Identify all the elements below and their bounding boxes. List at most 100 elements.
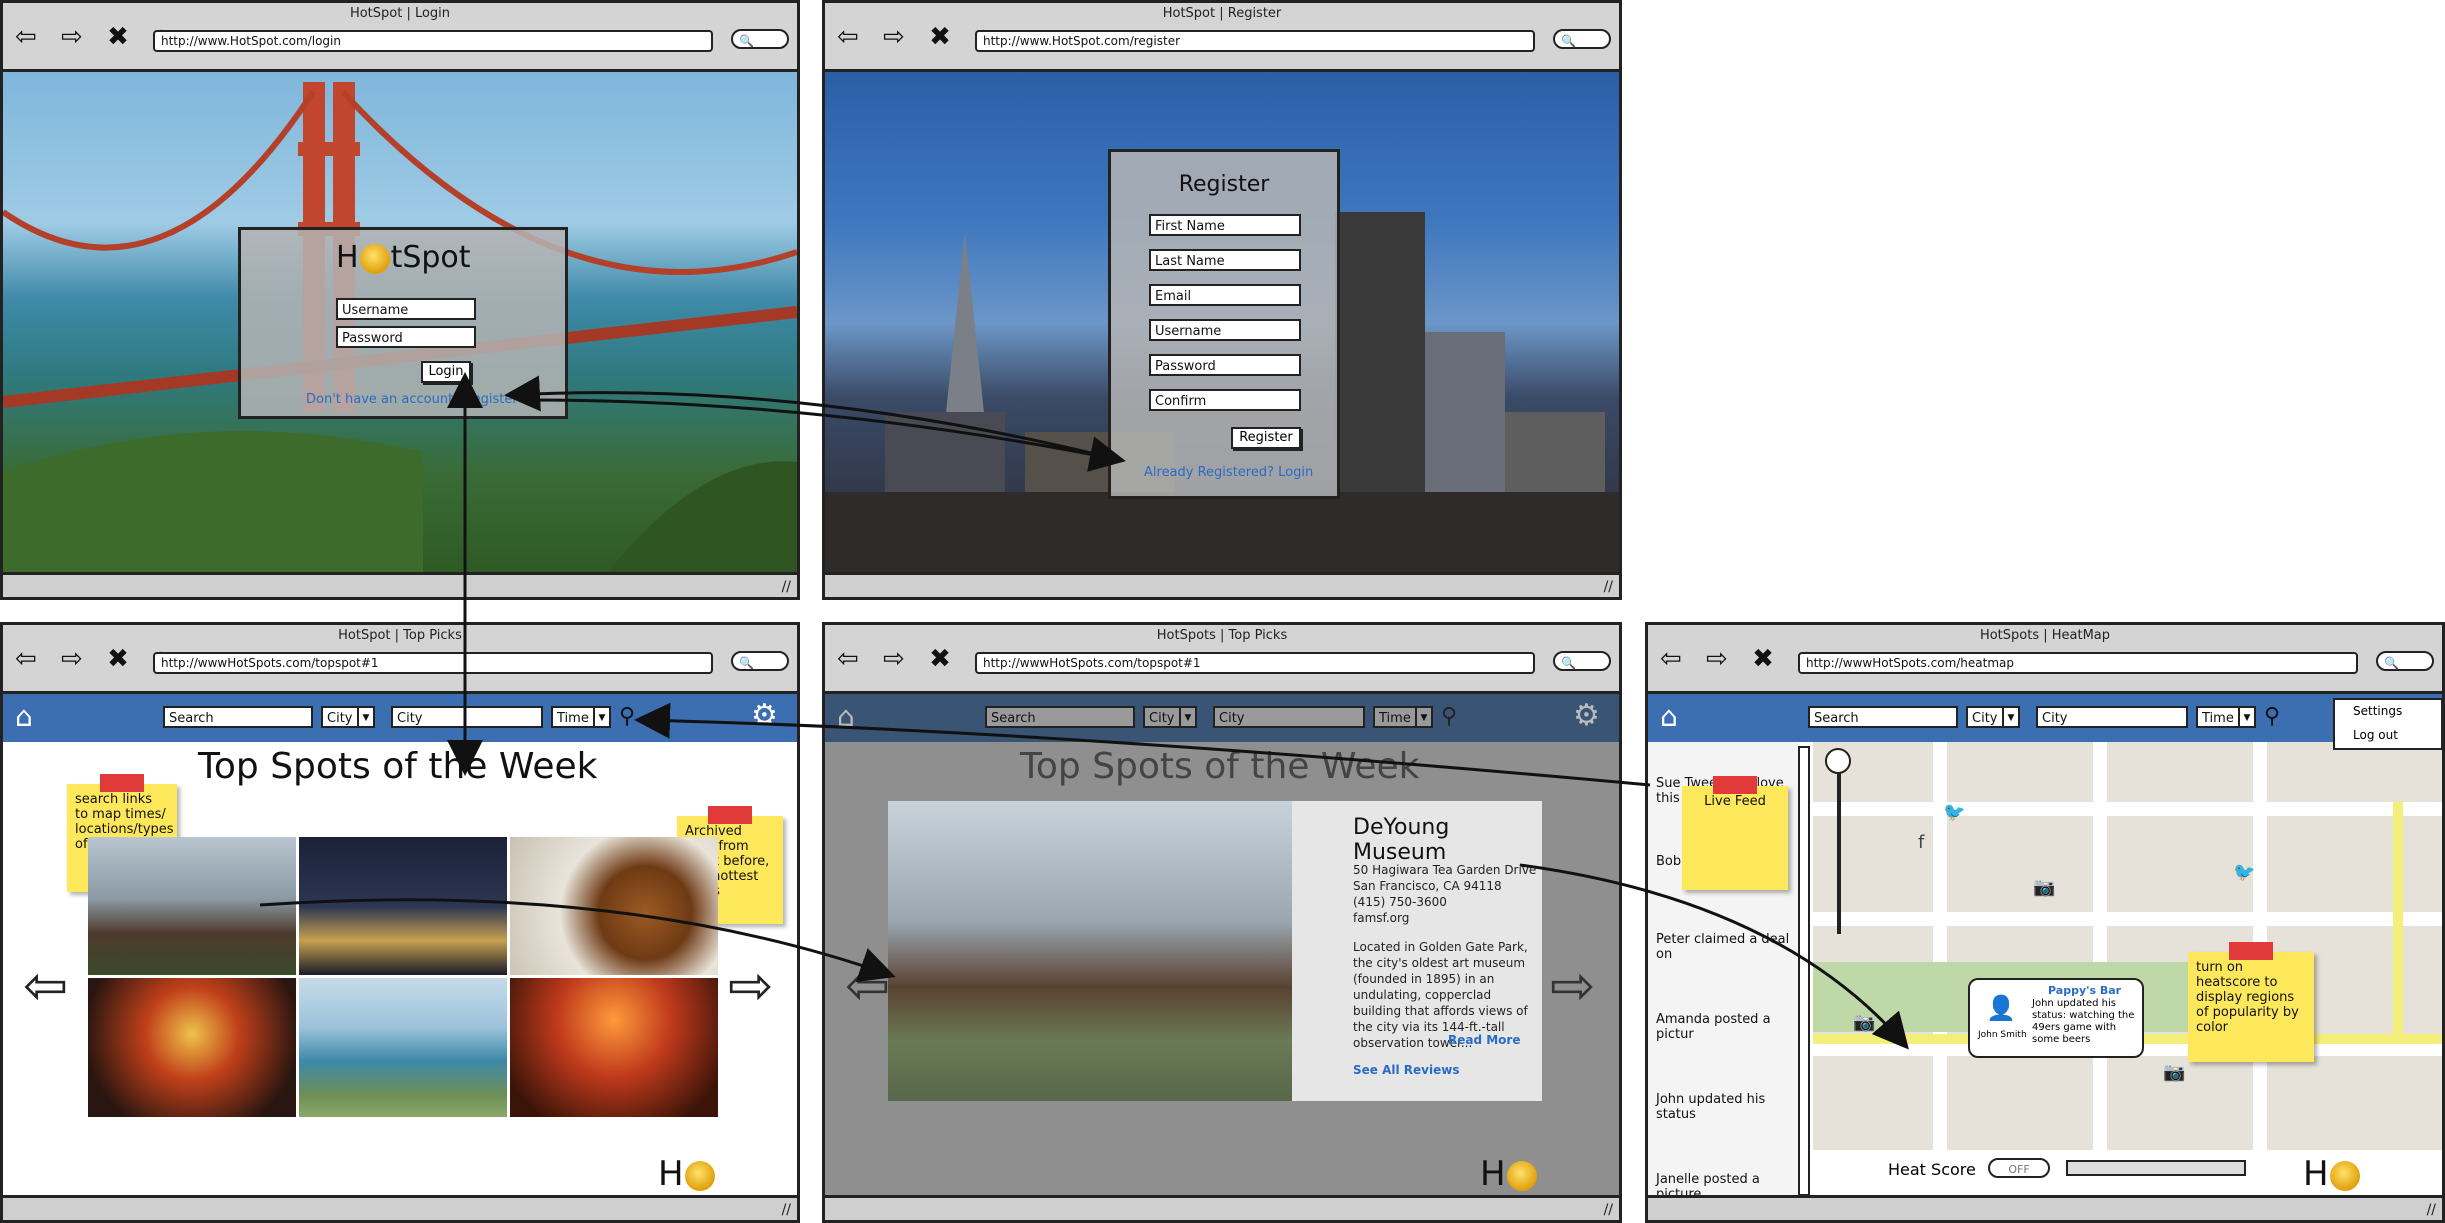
gear-icon[interactable]: ⚙ — [1573, 698, 1600, 733]
city-input[interactable]: City — [391, 706, 543, 728]
browser-titlebar: HotSpot | Top Picks ⇦ ⇨ ✖ ⌂ http://wwwHo… — [3, 625, 797, 694]
prev-arrow-icon[interactable]: ⇦ — [845, 954, 890, 1017]
resize-grip-icon[interactable]: // — [782, 579, 791, 595]
tape-decoration — [2229, 942, 2273, 960]
first-name-input[interactable]: First Name — [1149, 214, 1301, 236]
next-arrow-icon[interactable]: ⇨ — [1550, 954, 1595, 1017]
popup-place-name: Pappy's Bar — [2048, 984, 2122, 997]
time-dropdown[interactable]: Time ▼ — [551, 706, 611, 728]
search-icon[interactable]: ⚲ — [619, 704, 635, 729]
toppicks-window: HotSpot | Top Picks ⇦ ⇨ ✖ ⌂ http://wwwHo… — [0, 622, 800, 1223]
home-icon[interactable]: ⌂ — [837, 700, 855, 733]
see-all-reviews-link[interactable]: See All Reviews — [1353, 1063, 1459, 1077]
photo-casino[interactable] — [88, 978, 296, 1117]
password-input[interactable]: Password — [336, 326, 476, 348]
browser-search-icon[interactable]: 🔍 — [731, 651, 789, 671]
url-bar[interactable]: http://wwwHotSpots.com/heatmap — [1798, 652, 2358, 674]
city-dropdown[interactable]: City ▼ — [321, 706, 375, 728]
home-icon[interactable]: ⌂ — [1660, 700, 1678, 733]
feed-item[interactable]: Bob — [1656, 854, 1681, 869]
photo-night-city[interactable] — [299, 837, 507, 975]
browser-search-icon[interactable]: 🔍 — [1553, 29, 1611, 49]
photo-bay[interactable] — [299, 978, 507, 1117]
search-input[interactable]: Search — [1808, 706, 1958, 728]
feed-scrollbar[interactable] — [1798, 746, 1810, 1196]
resize-grip-icon[interactable]: // — [1604, 1202, 1613, 1218]
resize-grip-icon[interactable]: // — [1604, 579, 1613, 595]
map-view[interactable]: 🐦 f 📷 🐦 📷 📷 4 Pappy's Bar 👤 John Smith J… — [1813, 742, 2442, 1150]
city-dropdown[interactable]: City ▼ — [1966, 706, 2020, 728]
browser-search-icon[interactable]: 🔍 — [1553, 651, 1611, 671]
menu-item-settings[interactable]: Settings — [2353, 704, 2402, 718]
login-button[interactable]: Login — [421, 361, 471, 383]
sticky-note-text: turn on heatscore to display regions of … — [2196, 960, 2299, 1035]
username-input[interactable]: Username — [336, 298, 476, 320]
register-background-photo: Register First Name Last Name Email User… — [825, 72, 1619, 575]
city-dropdown[interactable]: City ▼ — [1143, 706, 1197, 728]
home-icon[interactable]: ⌂ — [15, 700, 33, 733]
app-toolbar: ⌂ Search City▼ City Time▼ ⚲ ⚙ — [3, 694, 797, 742]
login-link[interactable]: Already Registered? Login — [1144, 465, 1313, 480]
browser-search-icon[interactable]: 🔍 — [731, 29, 789, 49]
search-icon[interactable]: ⚲ — [2264, 704, 2280, 729]
url-bar[interactable]: http://wwwHotSpots.com/topspot#1 — [153, 652, 713, 674]
window-title: HotSpot | Login — [349, 6, 451, 21]
location-popup[interactable]: Pappy's Bar 👤 John Smith John updated hi… — [1968, 978, 2144, 1058]
logo-text-rest: tSpot — [390, 240, 471, 275]
prev-arrow-icon[interactable]: ⇦ — [23, 954, 68, 1017]
hotspot-logo: HtSpot — [1480, 1154, 1619, 1198]
username-input[interactable]: Username — [1149, 319, 1301, 341]
search-input[interactable]: Search — [163, 706, 313, 728]
url-bar[interactable]: http://wwwHotSpots.com/topspot#1 — [975, 652, 1535, 674]
login-window: HotSpot | Login ⇦ ⇨ ✖ ⌂ http://www.HotSp… — [0, 0, 800, 600]
camera-icon[interactable]: 📷 — [2033, 877, 2055, 898]
resize-grip-icon[interactable]: // — [2427, 1202, 2436, 1218]
password-input[interactable]: Password — [1149, 354, 1301, 376]
email-input[interactable]: Email — [1149, 284, 1301, 306]
photo-burger[interactable] — [510, 837, 718, 975]
heat-score-slider[interactable] — [2066, 1160, 2246, 1176]
feed-item[interactable]: Peter claimed a deal on — [1656, 932, 1798, 962]
feed-item[interactable]: John updated his status — [1656, 1092, 1798, 1122]
search-input[interactable]: Search — [985, 706, 1135, 728]
resize-grip-icon[interactable]: // — [782, 1202, 791, 1218]
heat-score-toggle[interactable]: OFF — [1988, 1158, 2050, 1178]
menu-item-logout[interactable]: Log out — [2353, 728, 2398, 742]
browser-search-icon[interactable]: 🔍 — [2376, 651, 2434, 671]
read-more-link[interactable]: Read More — [1448, 1033, 1521, 1047]
photo-museum[interactable] — [88, 837, 296, 975]
next-arrow-icon[interactable]: ⇨ — [728, 954, 773, 1017]
camera-icon[interactable]: 📷 — [1853, 1012, 1875, 1033]
confirm-password-input[interactable]: Confirm — [1149, 389, 1301, 411]
time-dropdown[interactable]: Time ▼ — [2196, 706, 2256, 728]
facebook-icon[interactable]: f — [1918, 832, 1924, 853]
toppicks-detail-window: HotSpots | Top Picks ⇦ ⇨ ✖ ⌂ http://wwwH… — [822, 622, 1622, 1223]
place-website: famsf.org — [1353, 911, 1410, 925]
register-title: Register — [1178, 172, 1270, 197]
city-input[interactable]: City — [1213, 706, 1365, 728]
page-heading: Top Spots of the Week — [198, 746, 598, 787]
photo-chinatown[interactable] — [510, 978, 718, 1117]
search-icon[interactable]: ⚲ — [1441, 704, 1457, 729]
last-name-input[interactable]: Last Name — [1149, 249, 1301, 271]
city-input[interactable]: City — [2036, 706, 2188, 728]
hotspot-logo: HtSpot — [336, 240, 471, 275]
feed-item[interactable]: Amanda posted a pictur — [1656, 1012, 1798, 1042]
camera-icon[interactable]: 📷 — [2163, 1062, 2185, 1083]
toppicks-content: ⌂ Search City ▼ City Time ▼ ⚲ ⚙ Top Spots … — [3, 694, 797, 1198]
map-pan-icon[interactable] — [1825, 748, 1851, 774]
url-bar[interactable]: http://www.HotSpot.com/register — [975, 30, 1535, 52]
app-toolbar: ⌂ Search City▼ City Time▼ ⚲ ⚙ — [1648, 694, 2442, 742]
twitter-icon[interactable]: 🐦 — [1943, 802, 1965, 823]
city-dropdown-label: City — [1149, 711, 1175, 726]
url-bar[interactable]: http://www.HotSpot.com/login — [153, 30, 713, 52]
settings-menu: Settings Log out — [2333, 698, 2442, 750]
register-link[interactable]: Don't have an account? Register — [306, 392, 518, 407]
register-button[interactable]: Register — [1231, 427, 1301, 449]
city-dropdown-label: City — [1972, 711, 1998, 726]
time-dropdown[interactable]: Time ▼ — [1373, 706, 1433, 728]
gear-icon[interactable]: ⚙ — [751, 698, 778, 733]
map-zoom-slider[interactable] — [1837, 754, 1841, 934]
twitter-icon[interactable]: 🐦 — [2233, 862, 2255, 883]
tape-decoration — [708, 806, 752, 824]
